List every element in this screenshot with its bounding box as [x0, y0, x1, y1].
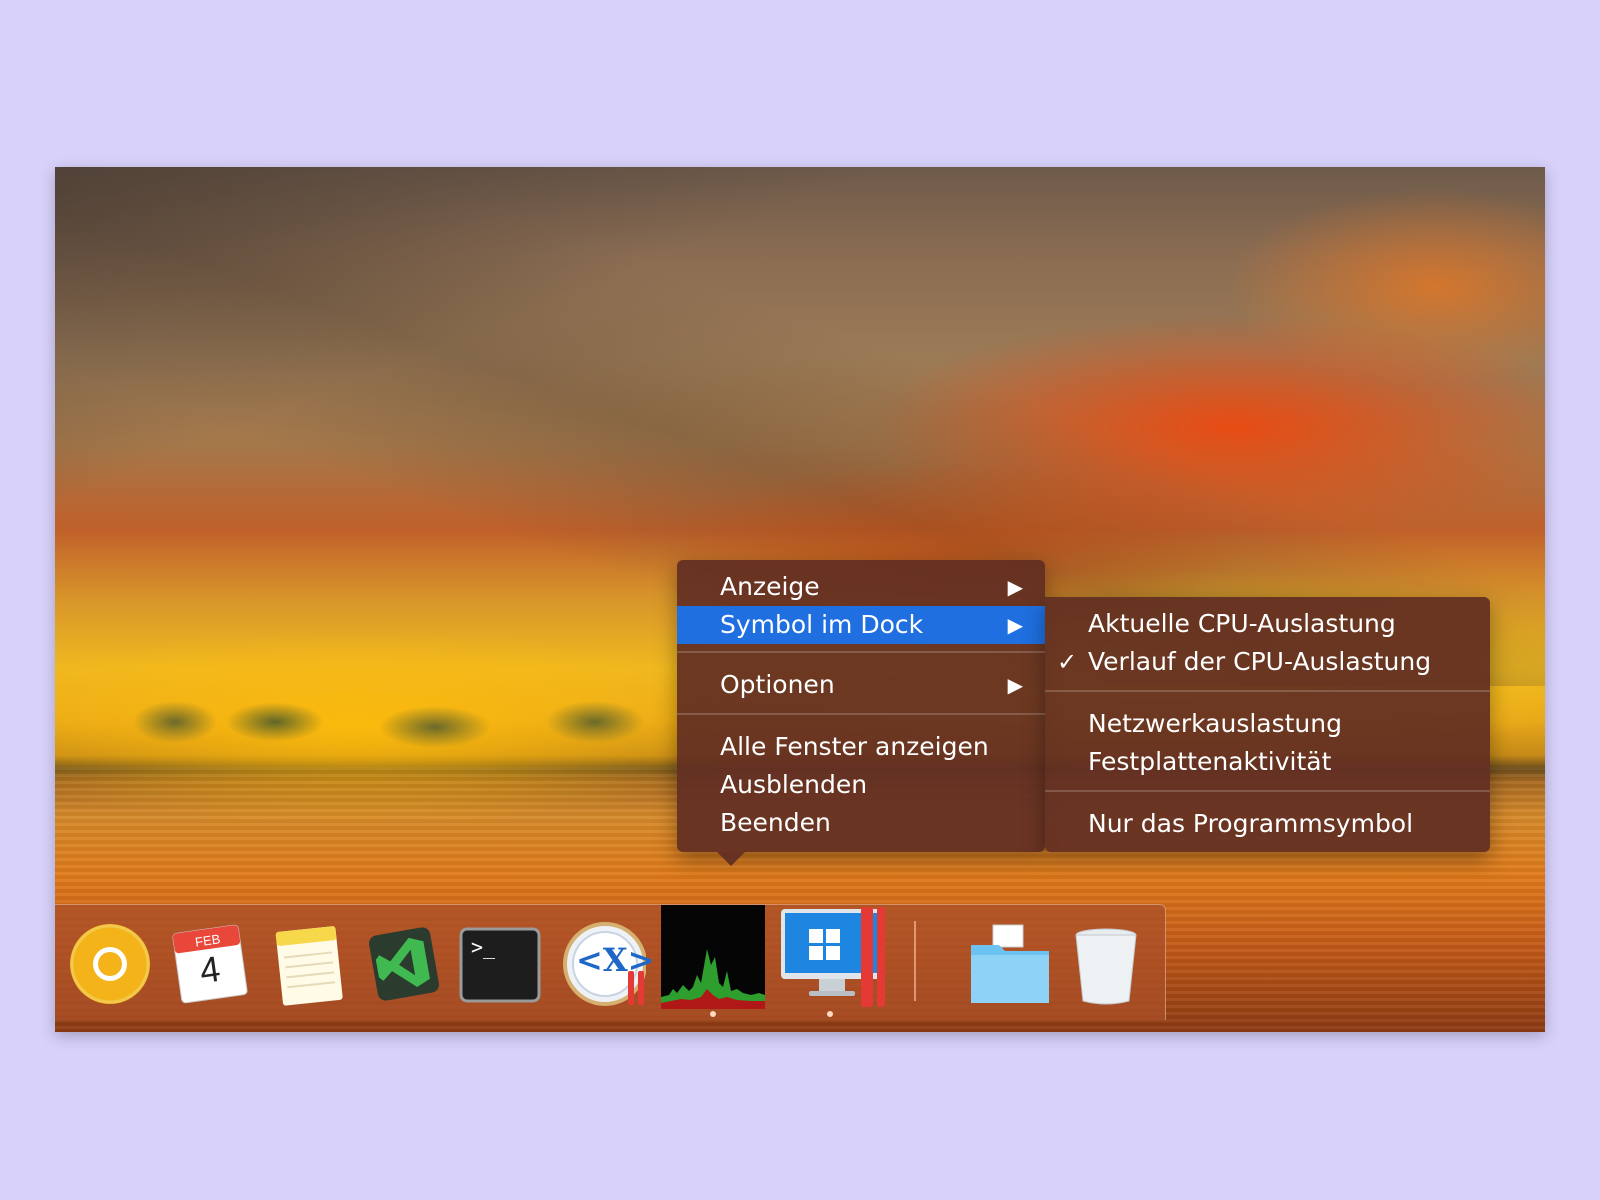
menu-item-alle-fenster-anzeigen[interactable]: Alle Fenster anzeigen: [677, 728, 1045, 766]
menu-item-symbol-im-dock[interactable]: Symbol im Dock ▶: [677, 606, 1045, 644]
dock: FEB 4 >_ <X>: [55, 904, 1166, 1020]
checkmark-icon: ✓: [1057, 648, 1078, 676]
submenu-arrow-icon: ▶: [1007, 613, 1023, 637]
xquartz-label: <X>: [576, 941, 655, 979]
menu-item-label: Festplattenaktivität: [1088, 747, 1332, 776]
menu-separator: [677, 713, 1045, 715]
symbol-im-dock-submenu: Aktuelle CPU-Auslastung ✓ Verlauf der CP…: [1045, 597, 1490, 852]
terminal-icon[interactable]: >_: [457, 921, 543, 1007]
menu-item-label: Alle Fenster anzeigen: [720, 732, 989, 761]
menu-item-label: Ausblenden: [720, 770, 868, 799]
notes-icon[interactable]: [265, 921, 351, 1007]
menu-separator: [677, 651, 1045, 653]
terminal-prompt: >_: [471, 935, 496, 959]
menu-item-anzeige[interactable]: Anzeige ▶: [677, 568, 1045, 606]
activity-monitor-icon[interactable]: [661, 905, 765, 1017]
dock-context-menu: Anzeige ▶ Symbol im Dock ▶ Optionen ▶ Al…: [677, 560, 1045, 866]
downloads-folder-icon[interactable]: [967, 921, 1053, 1007]
menu-item-label: Anzeige: [720, 572, 820, 601]
menu-item-label: Aktuelle CPU-Auslastung: [1088, 609, 1396, 638]
menu-item-label: Netzwerkauslastung: [1088, 709, 1342, 738]
menu-item-optionen[interactable]: Optionen ▶: [677, 666, 1045, 704]
visual-studio-code-icon[interactable]: [361, 921, 447, 1007]
menu-item-beenden[interactable]: Beenden: [677, 804, 1045, 842]
xquartz-icon[interactable]: <X>: [560, 921, 654, 1007]
menu-item-label: Nur das Programmsymbol: [1088, 809, 1414, 838]
calendar-icon[interactable]: FEB 4: [167, 921, 253, 1007]
submenu-arrow-icon: ▶: [1007, 673, 1023, 697]
menu-separator: [1045, 690, 1490, 692]
submenu-item-festplattenaktivitaet[interactable]: Festplattenaktivität: [1045, 743, 1490, 781]
menu-item-ausblenden[interactable]: Ausblenden: [677, 766, 1045, 804]
submenu-arrow-icon: ▶: [1007, 575, 1023, 599]
parallels-windows-icon[interactable]: [775, 907, 885, 1017]
menu-item-label: Symbol im Dock: [720, 610, 924, 639]
trash-icon[interactable]: [1063, 921, 1149, 1007]
menu-item-label: Optionen: [720, 670, 835, 699]
running-indicator-dot: [710, 1011, 716, 1017]
submenu-item-verlauf-der-cpu-auslastung[interactable]: ✓ Verlauf der CPU-Auslastung: [1045, 643, 1490, 681]
submenu-item-nur-das-programmsymbol[interactable]: Nur das Programmsymbol: [1045, 805, 1490, 843]
menu-item-label: Verlauf der CPU-Auslastung: [1088, 647, 1432, 676]
submenu-item-netzwerkauslastung[interactable]: Netzwerkauslastung: [1045, 705, 1490, 743]
running-indicator-dot: [827, 1011, 833, 1017]
dock-separator: [914, 921, 916, 1001]
menu-item-label: Beenden: [720, 808, 831, 837]
chrome-canary-icon[interactable]: [67, 921, 153, 1007]
menu-separator: [1045, 790, 1490, 792]
submenu-item-aktuelle-cpu-auslastung[interactable]: Aktuelle CPU-Auslastung: [1045, 605, 1490, 643]
